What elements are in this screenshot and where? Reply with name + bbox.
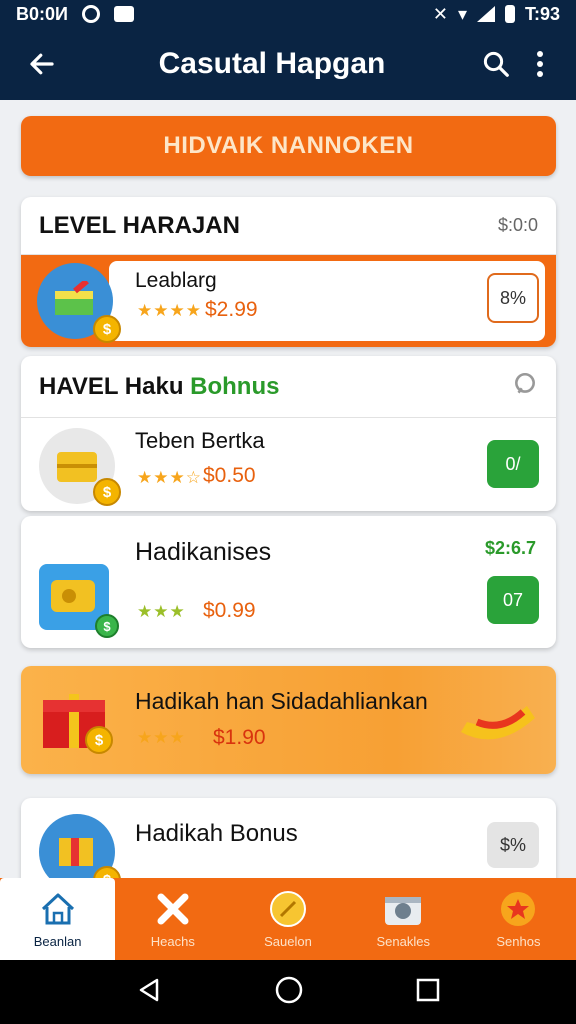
star-icon <box>498 890 538 928</box>
level-item-price: $2.99 <box>205 298 258 321</box>
level-item-rating: ★★★★ <box>137 301 202 320</box>
bonus-section: HAVEL Haku Bohnus $ Teben Bertka ★★★☆ $0… <box>21 356 556 511</box>
level-section-header: LEVEL HARAJAN $:0:0 <box>21 197 556 255</box>
gift-box-icon <box>55 281 93 315</box>
bonus-item-rating: ★★★ <box>137 602 186 621</box>
triangle-back-icon <box>140 978 159 1001</box>
status-bar: B0:0И ✕ ▾ T:93 <box>0 0 576 28</box>
bonus-item-thumbnail: $ <box>39 428 121 506</box>
home-icon <box>38 890 78 928</box>
notification-status-icon <box>113 6 134 22</box>
leaf-badge-icon: $ <box>95 614 119 638</box>
status-time: T:93 <box>524 3 560 24</box>
bonus-item-price: $0.99 <box>203 599 256 622</box>
level-item-row[interactable]: $ Leablarg ★★★★ $2.99 8% <box>21 255 556 347</box>
more-button[interactable] <box>518 36 562 92</box>
bonus-section-header: HAVEL Haku Bohnus <box>21 356 556 418</box>
nav-item-home[interactable]: Beanlan <box>0 878 116 960</box>
promo-item-rating: ★★★ <box>137 728 186 747</box>
more-vertical-icon <box>537 51 543 77</box>
search-icon <box>483 51 509 77</box>
bonus-item-card[interactable]: $ Hadikanises $2:6.7 ★★★ $0.99 07 <box>21 516 556 648</box>
level-section: LEVEL HARAJAN $:0:0 $ Leablarg ★★★★ $2.9… <box>21 197 556 347</box>
promo-item-price: $1.90 <box>213 726 266 749</box>
app-bar: Casutal Hapgan <box>0 28 576 100</box>
bonus-item-top-value: $2:6.7 <box>485 538 537 558</box>
square-recents-icon <box>416 978 439 1001</box>
chat-button[interactable] <box>512 371 538 402</box>
tools-icon <box>153 890 193 928</box>
circle-status-icon <box>81 5 100 23</box>
level-section-value: $:0:0 <box>497 215 538 235</box>
treasure-chest-icon <box>51 580 95 612</box>
page-title: Casutal Hapgan <box>158 47 386 80</box>
circle-home-icon <box>275 976 303 1003</box>
bottom-nav: Beanlan Heachs Sauelon Senakles Senhos <box>0 878 576 960</box>
bonus-section-title: HAVEL Haku Bohnus <box>39 373 279 401</box>
bonus-title-prefix: HAVEL Haku <box>39 372 184 400</box>
level-item-name: Leablarg <box>135 269 217 292</box>
last-item-name: Hadikah Bonus <box>135 820 298 847</box>
nav-item-tools[interactable]: Heachs <box>115 878 230 960</box>
treasure-chest-icon <box>57 452 97 482</box>
level-item-button[interactable]: 8% <box>487 273 539 323</box>
search-button[interactable] <box>474 36 518 92</box>
coin-badge-icon: $ <box>85 726 113 754</box>
last-item-button[interactable]: $% <box>487 822 539 868</box>
bonus-item-button[interactable]: 0/ <box>487 440 539 488</box>
gold-bar-icon <box>461 706 535 740</box>
coin-badge-icon: $ <box>93 315 121 343</box>
chat-bubble-icon <box>515 372 535 394</box>
nav-label: Sauelon <box>264 933 312 949</box>
nav-label: Senhos <box>496 933 541 949</box>
battery-status-icon <box>504 5 515 23</box>
promo-item-name: Hadikah han Sidadahliankan <box>135 688 428 714</box>
bonus-item-rating: ★★★☆ <box>137 468 202 487</box>
status-left-text: B0:0И <box>16 3 68 24</box>
arrow-left-icon <box>30 53 54 75</box>
bonus-item-name: Teben Bertka <box>135 428 265 453</box>
level-item-thumbnail: $ <box>37 263 121 343</box>
promo-card[interactable]: $ Hadikah han Sidadahliankan ★★★ $1.90 <box>21 666 556 774</box>
back-button[interactable] <box>14 36 70 92</box>
system-recents-button[interactable] <box>415 977 441 1008</box>
camera-icon <box>383 890 423 928</box>
system-home-button[interactable] <box>274 975 304 1010</box>
coin-icon <box>268 890 308 928</box>
bonus-item-price: $0.50 <box>203 464 256 487</box>
nav-item-camera[interactable]: Senakles <box>346 878 461 960</box>
signal-status-icon <box>476 6 495 22</box>
promo-banner-button[interactable]: HIDVAIK NANNOKEN <box>21 116 556 176</box>
bonus-item-button[interactable]: 07 <box>487 576 539 624</box>
nav-label: Beanlan <box>33 933 82 949</box>
system-back-button[interactable] <box>135 976 163 1009</box>
gift-box-icon <box>59 838 93 866</box>
nav-label: Heachs <box>150 933 195 949</box>
nav-item-stars[interactable]: Senhos <box>461 878 576 960</box>
nav-label: Senakles <box>376 933 430 949</box>
bonus-item-name: Hadikanises <box>135 538 272 566</box>
bonus-item-thumbnail: $ <box>39 564 119 638</box>
coin-badge-icon: $ <box>93 478 121 506</box>
nav-item-coins[interactable]: Sauelon <box>230 878 345 960</box>
system-nav-bar <box>0 960 576 1024</box>
bonus-item-row[interactable]: $ Teben Bertka ★★★☆ $0.50 0/ <box>21 418 556 511</box>
wifi-status-icon: ▾ <box>457 3 467 24</box>
bonus-title-accent: Bohnus <box>190 372 280 400</box>
mute-status-icon: ✕ <box>432 3 448 24</box>
level-section-title: LEVEL HARAJAN <box>39 211 240 239</box>
